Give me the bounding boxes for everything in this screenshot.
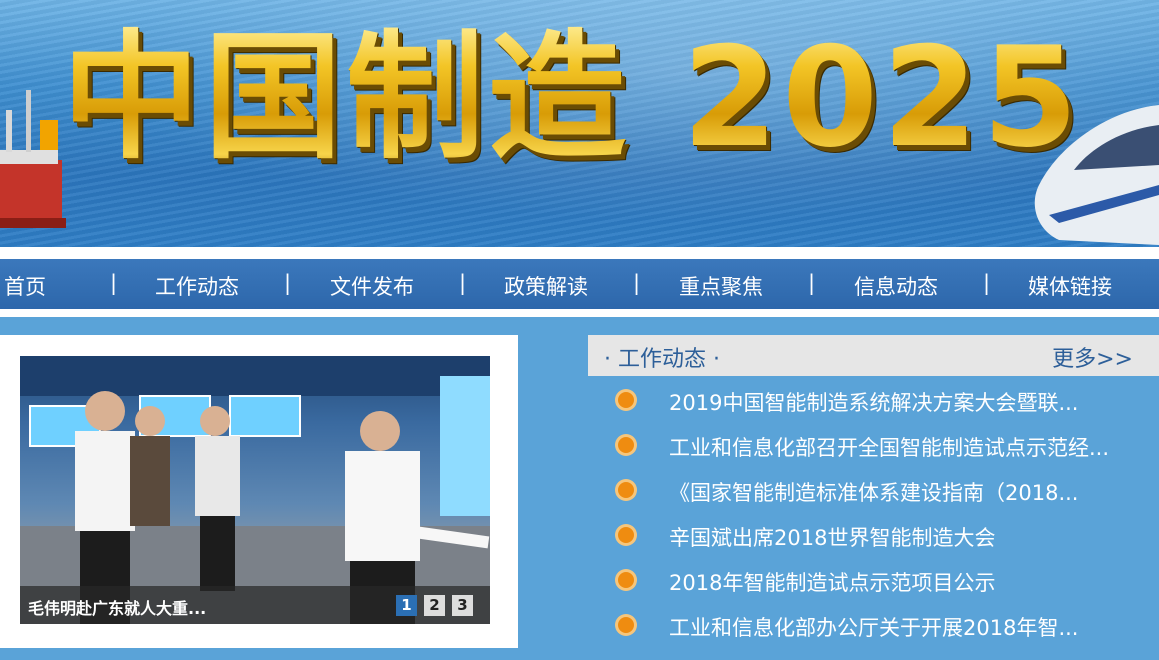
exhibition-photo (20, 356, 490, 624)
nav-separator: | (633, 271, 641, 295)
content-area: 毛伟明赴广东就人大重... 1 2 3 · 工作动态 · 更多>> 2019中国… (0, 317, 1159, 660)
bullet-icon (618, 617, 634, 633)
banner-title: 中国制造 2025 (62, 18, 1102, 178)
nav-item-policy[interactable]: 政策解读 (504, 271, 588, 301)
news-list-item[interactable]: 2019中国智能制造系统解决方案大会暨联... (614, 387, 1159, 417)
nav-separator: | (284, 271, 292, 295)
slider-page-1[interactable]: 1 (396, 595, 417, 616)
news-list-item[interactable]: 《国家智能制造标准体系建设指南（2018... (614, 477, 1159, 507)
nav-item-focus[interactable]: 重点聚焦 (679, 271, 763, 301)
nav-item-documents[interactable]: 文件发布 (330, 271, 414, 301)
news-list-item[interactable]: 2018年智能制造试点示范项目公示 (614, 567, 1159, 597)
nav-separator: | (110, 271, 118, 295)
news-list-item[interactable]: 工业和信息化部召开全国智能制造试点示范经... (614, 432, 1159, 462)
news-list-item[interactable]: 辛国斌出席2018世界智能制造大会 (614, 522, 1159, 552)
bullet-icon (618, 392, 634, 408)
slide-photo[interactable] (20, 356, 490, 624)
bullet-icon (618, 482, 634, 498)
slide-caption[interactable]: 毛伟明赴广东就人大重... (28, 595, 206, 619)
nav-item-work-news[interactable]: 工作动态 (155, 271, 239, 301)
nav-item-media-links[interactable]: 媒体链接 (1028, 271, 1112, 301)
news-slider: 毛伟明赴广东就人大重... 1 2 3 (0, 335, 518, 648)
bullet-icon (618, 527, 634, 543)
news-list-item[interactable]: 工业和信息化部办公厅关于开展2018年智... (614, 612, 1159, 642)
oil-platform-image (0, 90, 66, 228)
news-section-title: · 工作动态 · (604, 347, 720, 372)
nav-separator: | (983, 271, 991, 295)
nav-item-info[interactable]: 信息动态 (854, 271, 938, 301)
nav-item-home[interactable]: 首页 (4, 271, 46, 301)
news-link[interactable]: 辛国斌出席2018世界智能制造大会 (669, 522, 995, 552)
slider-page-2[interactable]: 2 (424, 595, 445, 616)
news-link[interactable]: 2019中国智能制造系统解决方案大会暨联... (669, 387, 1078, 417)
news-link[interactable]: 2018年智能制造试点示范项目公示 (669, 567, 995, 597)
news-link[interactable]: 工业和信息化部召开全国智能制造试点示范经... (669, 432, 1109, 462)
news-link[interactable]: 《国家智能制造标准体系建设指南（2018... (669, 477, 1078, 507)
bullet-icon (618, 437, 634, 453)
news-link[interactable]: 工业和信息化部办公厅关于开展2018年智... (669, 612, 1078, 642)
news-section-header: · 工作动态 · 更多>> (588, 335, 1159, 376)
nav-separator: | (808, 271, 816, 295)
more-link[interactable]: 更多>> (1052, 341, 1133, 373)
slider-page-3[interactable]: 3 (452, 595, 473, 616)
header-banner: 中国制造 2025 (0, 0, 1159, 247)
bullet-icon (618, 572, 634, 588)
main-nav: 首页 | 工作动态 | 文件发布 | 政策解读 | 重点聚焦 | 信息动态 | … (0, 259, 1159, 309)
nav-separator: | (459, 271, 467, 295)
